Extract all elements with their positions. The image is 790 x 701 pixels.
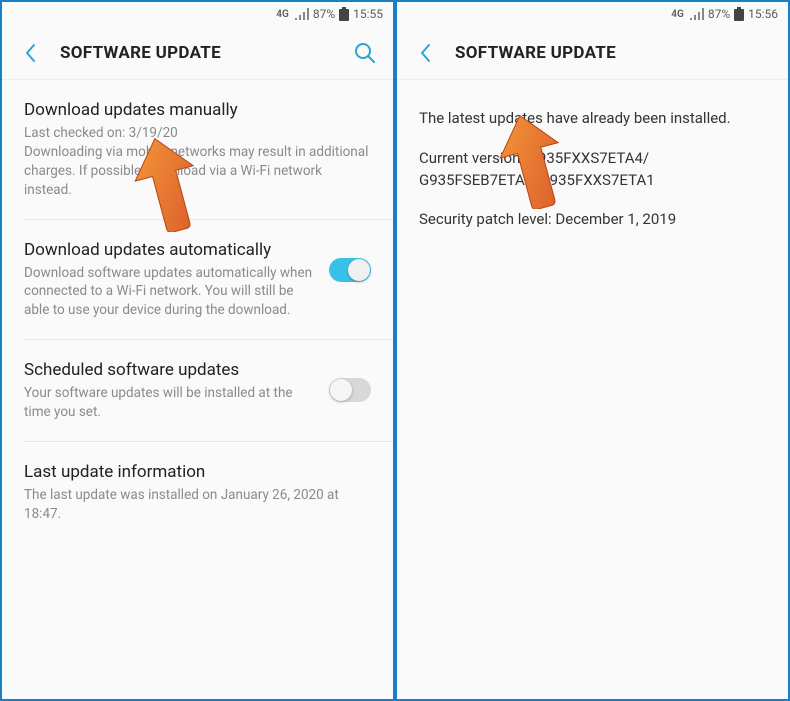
battery-percent: 87% (708, 7, 730, 21)
network-indicator: 4G (671, 9, 684, 20)
status-bar: 4G 87% 15:56 (397, 2, 788, 26)
download-auto-item[interactable]: Download updates automatically Download … (2, 220, 393, 341)
scheduled-updates-item[interactable]: Scheduled software updates Your software… (2, 340, 393, 442)
setting-subtitle: Your software updates will be installed … (24, 384, 317, 422)
settings-list: Download updates manually Last checked o… (2, 80, 393, 699)
clock: 15:56 (748, 7, 778, 21)
left-panel: 4G 87% 15:55 SOFTWARE UPDATE Download up… (0, 0, 395, 701)
app-bar: SOFTWARE UPDATE (2, 26, 393, 80)
security-patch: Security patch level: December 1, 2019 (419, 209, 766, 231)
download-manually-item[interactable]: Download updates manually Last checked o… (2, 80, 393, 220)
last-update-info-item[interactable]: Last update information The last update … (2, 442, 393, 544)
right-panel: 4G 87% 15:56 SOFTWARE UPDATE The latest … (395, 0, 790, 701)
app-bar: SOFTWARE UPDATE (397, 26, 788, 80)
battery-percent: 87% (313, 7, 335, 21)
current-version: Current version: G935FXXS7ETA4/ G935FSEB… (419, 148, 766, 192)
back-icon[interactable] (18, 41, 42, 65)
battery-icon (734, 7, 744, 21)
setting-subtitle: Last checked on: 3/19/20 Downloading via… (24, 124, 371, 200)
auto-download-toggle[interactable] (329, 258, 371, 282)
signal-icon (295, 8, 309, 20)
status-bar: 4G 87% 15:55 (2, 2, 393, 26)
setting-subtitle: Download software updates automatically … (24, 264, 317, 321)
signal-icon (690, 8, 704, 20)
setting-title: Download updates manually (24, 100, 371, 120)
search-icon[interactable] (353, 41, 377, 65)
setting-title: Download updates automatically (24, 240, 317, 260)
network-indicator: 4G (276, 9, 289, 20)
setting-title: Scheduled software updates (24, 360, 317, 380)
battery-icon (339, 7, 349, 21)
clock: 15:55 (353, 7, 383, 21)
page-title: SOFTWARE UPDATE (60, 43, 353, 63)
setting-title: Last update information (24, 462, 371, 482)
scheduled-toggle[interactable] (329, 378, 371, 402)
update-info: The latest updates have already been ins… (397, 80, 788, 699)
page-title: SOFTWARE UPDATE (455, 43, 772, 63)
update-message: The latest updates have already been ins… (419, 108, 766, 130)
setting-subtitle: The last update was installed on January… (24, 486, 371, 524)
back-icon[interactable] (413, 41, 437, 65)
